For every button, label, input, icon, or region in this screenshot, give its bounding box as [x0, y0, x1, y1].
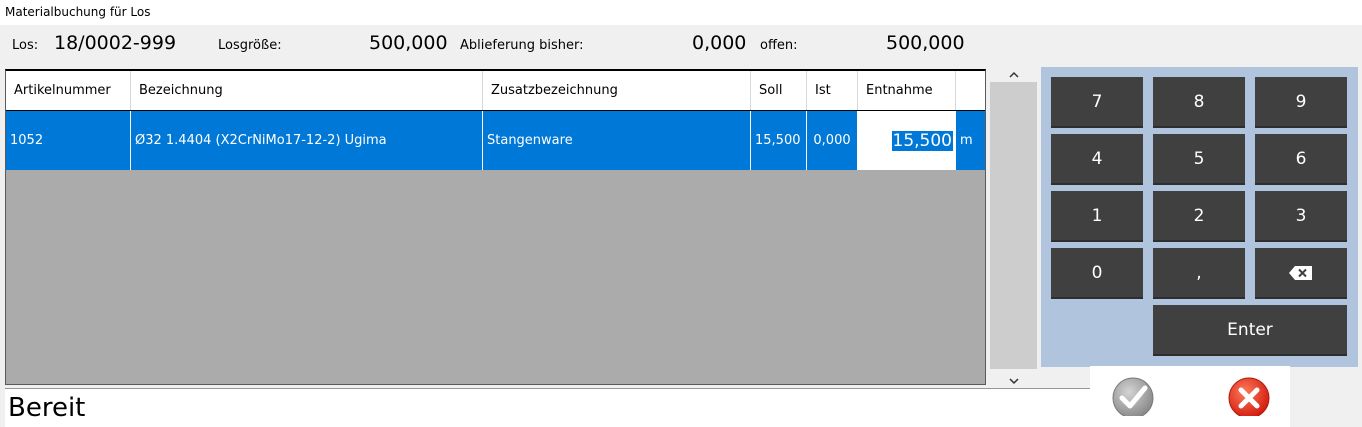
- entnahme-selected-text[interactable]: 15,500: [891, 131, 953, 151]
- cell-artikelnummer[interactable]: 1052: [6, 111, 131, 170]
- entnahme-input[interactable]: 15,500: [858, 111, 956, 170]
- grid-header: Artikelnummer Bezeichnung Zusatzbezeichn…: [6, 71, 985, 111]
- status-bar: Bereit: [5, 388, 1090, 427]
- checkmark-icon: [1112, 377, 1154, 419]
- backspace-icon: [1289, 266, 1312, 280]
- losgroesse-value: 500,000: [369, 32, 448, 54]
- chevron-up-icon: [1008, 71, 1019, 78]
- column-header-soll[interactable]: Soll: [751, 71, 807, 110]
- offen-value: 500,000: [886, 32, 965, 54]
- title-bar: [0, 0, 1362, 25]
- key-4[interactable]: 4: [1051, 134, 1143, 185]
- key-2[interactable]: 2: [1153, 191, 1245, 242]
- los-label: Los:: [12, 38, 39, 53]
- key-backspace[interactable]: [1255, 248, 1347, 299]
- los-value: 18/0002-999: [54, 32, 177, 54]
- scroll-up-button[interactable]: [990, 68, 1037, 82]
- key-9[interactable]: 9: [1255, 77, 1347, 128]
- column-header-bezeichnung[interactable]: Bezeichnung: [131, 71, 483, 110]
- key-7[interactable]: 7: [1051, 77, 1143, 128]
- losgroesse-label: Losgröße:: [218, 38, 282, 53]
- key-6[interactable]: 6: [1255, 134, 1347, 185]
- column-header-zusatzbezeichnung[interactable]: Zusatzbezeichnung: [483, 71, 751, 110]
- key-1[interactable]: 1: [1051, 191, 1143, 242]
- status-text: Bereit: [8, 393, 86, 423]
- chevron-down-icon: [1008, 378, 1019, 385]
- cell-bezeichnung[interactable]: Ø32 1.4404 (X2CrNiMo17-12-2) Ugima: [131, 111, 483, 170]
- enter-button[interactable]: Enter: [1153, 305, 1347, 356]
- column-header-artikelnummer[interactable]: Artikelnummer: [6, 71, 131, 110]
- cell-ist[interactable]: 0,000: [807, 111, 858, 170]
- column-header-entnahme[interactable]: Entnahme: [858, 71, 956, 110]
- material-grid[interactable]: Artikelnummer Bezeichnung Zusatzbezeichn…: [5, 69, 986, 385]
- key-comma[interactable]: ,: [1153, 248, 1245, 299]
- ablieferung-value: 0,000: [692, 32, 747, 54]
- key-3[interactable]: 3: [1255, 191, 1347, 242]
- window-title: Materialbuchung für Los: [5, 5, 151, 19]
- cell-unit: m: [960, 133, 973, 148]
- scroll-down-button[interactable]: [990, 374, 1037, 388]
- numeric-keypad: 7 8 9 4 5 6 1 2 3 0 , Enter: [1041, 67, 1358, 367]
- scrollbar-track[interactable]: [990, 82, 1037, 369]
- key-5[interactable]: 5: [1153, 134, 1245, 185]
- key-0[interactable]: 0: [1051, 248, 1143, 299]
- cell-soll[interactable]: 15,500: [751, 111, 807, 170]
- cancel-button[interactable]: [1225, 368, 1273, 420]
- ablieferung-label: Ablieferung bisher:: [460, 38, 584, 53]
- ok-button[interactable]: [1109, 368, 1157, 420]
- column-header-ist[interactable]: Ist: [807, 71, 858, 110]
- offen-label: offen:: [760, 38, 798, 53]
- cell-zusatzbezeichnung[interactable]: Stangenware: [483, 111, 751, 170]
- table-row[interactable]: 1052 Ø32 1.4404 (X2CrNiMo17-12-2) Ugima …: [6, 111, 985, 170]
- close-icon: [1228, 377, 1270, 419]
- key-8[interactable]: 8: [1153, 77, 1245, 128]
